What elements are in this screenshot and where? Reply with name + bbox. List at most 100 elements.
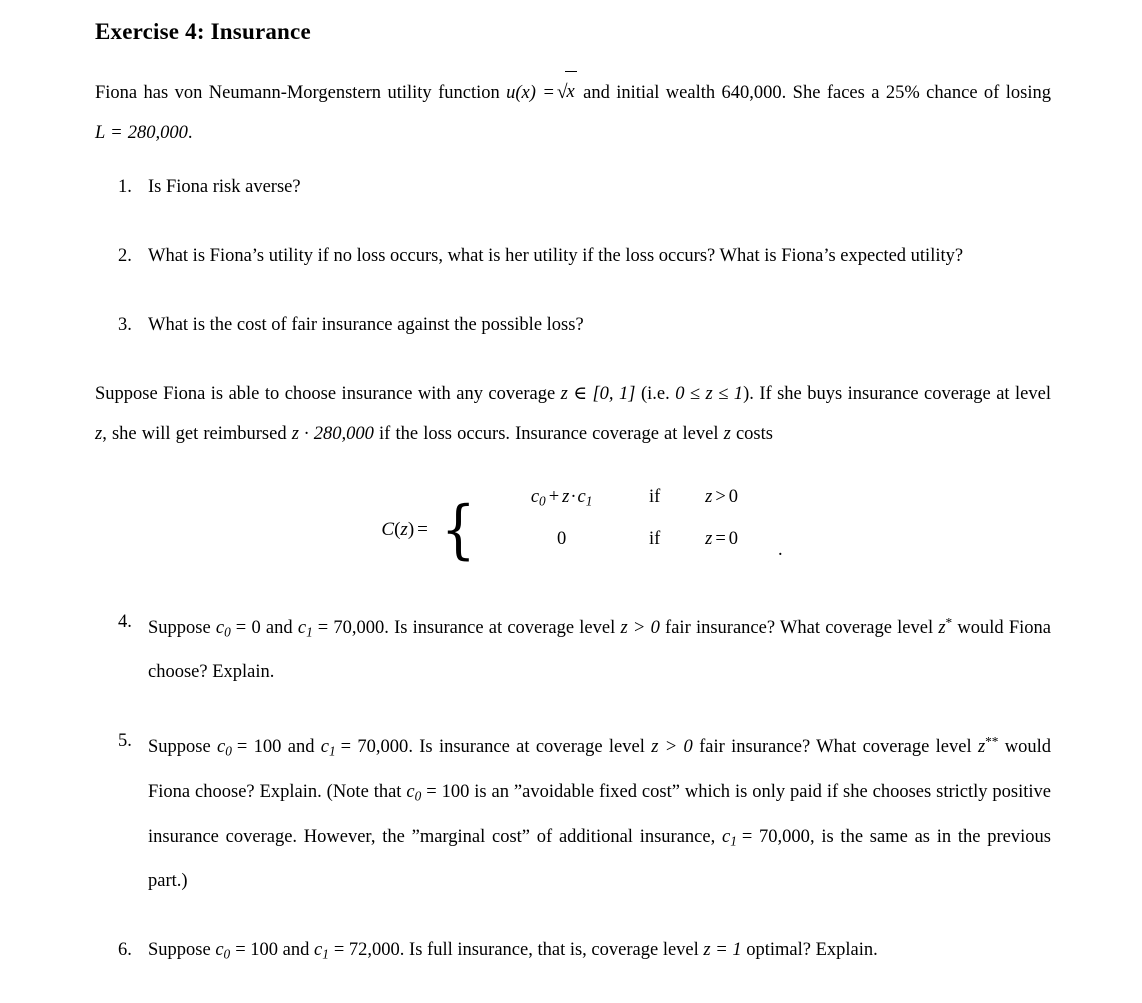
coverage-segment-4: , she will get reimbursed xyxy=(102,423,292,444)
c1-symbol: c xyxy=(577,486,586,507)
z-symbol: z xyxy=(938,617,946,638)
list-item-number: 5. xyxy=(118,731,132,752)
document-page: Exercise 4: Insurance Fiona has von Neum… xyxy=(0,0,1142,962)
page-title: Exercise 4: Insurance xyxy=(95,19,311,44)
intro-segment-1: Fiona has von Neumann-Morgenstern utilit… xyxy=(95,82,507,103)
equation-left-side: C(z) = xyxy=(381,520,437,539)
coverage-segment-3: ). If she buys insurance coverage at lev… xyxy=(743,383,1051,404)
question-list-first: 1. Is Fiona risk averse? 2. What is Fion… xyxy=(95,167,1051,346)
coverage-segment-1: Suppose Fiona is able to choose insuranc… xyxy=(95,383,561,404)
cost-function-arg: z xyxy=(400,519,408,541)
c1-symbol: c xyxy=(721,826,731,847)
q5-zstarstar-math: z** xyxy=(978,734,999,757)
condition-value: 0 xyxy=(728,486,739,507)
c1-value: = 70,000 xyxy=(340,737,409,758)
q4-segment-2: and xyxy=(260,617,298,638)
coverage-segment-6: costs xyxy=(730,423,773,444)
c1-symbol: c xyxy=(313,940,323,961)
list-item: 3. What is the cost of fair insurance ag… xyxy=(95,305,1051,346)
q6-c0-math: c0 = 100 xyxy=(215,940,278,962)
list-item: 6. Suppose c0 = 100 and c1 = 72,000. Is fu… xyxy=(95,930,1051,975)
q6-segment-3: . Is full insurance, that is, coverage l… xyxy=(399,940,704,961)
q6-segment-1: Suppose xyxy=(148,940,216,961)
c1-subscript: 1 xyxy=(730,833,737,849)
list-item-number: 1. xyxy=(118,176,132,197)
list-item-number: 4. xyxy=(118,611,132,632)
c0-symbol: c xyxy=(406,782,415,802)
condition-relation: = xyxy=(715,528,726,549)
c0-symbol: c xyxy=(530,486,540,507)
case-condition: z = 0 xyxy=(679,528,765,549)
case-if-label: if xyxy=(648,528,661,549)
q4-segment-4: fair insurance? What coverage level xyxy=(659,617,939,638)
q5-c1-math: c1 = 70,000 xyxy=(320,737,409,759)
c1-value: = 70,000 xyxy=(741,826,810,847)
q5-c0-math: c0 = 100 xyxy=(217,737,282,759)
c1-symbol: c xyxy=(297,617,307,638)
c0-value: = 100 xyxy=(236,737,282,758)
utility-function-math: u(x) = √x xyxy=(506,71,577,103)
q5-segment-1: Suppose xyxy=(148,737,218,758)
q5-c0b-math: c0 = 100 xyxy=(406,782,470,804)
coverage-segment-5: if the loss occurs. Insurance coverage a… xyxy=(373,423,724,444)
q4-segment-1: Suppose xyxy=(148,617,216,638)
c0-subscript: 0 xyxy=(539,493,546,509)
equation-cases: c0 + z·c1 if z >0 0 if z = 0 xyxy=(479,486,765,572)
c1-value: = 72,000 xyxy=(333,940,400,961)
case-if-label: if xyxy=(648,486,661,507)
q5-segment-3: . Is insurance at coverage level xyxy=(408,737,652,758)
loss-math: L = 280,000 xyxy=(95,122,188,143)
c0-subscript: 0 xyxy=(224,624,231,640)
document-body: Exercise 4: Insurance Fiona has von Neum… xyxy=(95,18,1051,1003)
c1-value: = 70,000 xyxy=(317,617,385,638)
condition-relation: > xyxy=(715,486,726,507)
c1-subscript: 1 xyxy=(329,744,336,759)
q5-z-condition: z > 0 xyxy=(651,737,693,758)
case-condition: z >0 xyxy=(679,486,765,507)
cost-function-name: C xyxy=(381,519,395,541)
coverage-paragraph: Suppose Fiona is able to choose insuranc… xyxy=(95,374,1051,454)
plus-sign: + xyxy=(548,486,560,507)
equals-sign: = xyxy=(417,519,428,541)
c0-subscript: 0 xyxy=(225,744,232,759)
list-item: 2. What is Fiona’s utility if no loss oc… xyxy=(95,236,1051,277)
case-row-positive: c0 + z·c1 if z >0 xyxy=(493,486,765,530)
q5-segment-4: fair insurance? What coverage level xyxy=(692,737,978,758)
q4-c0-math: c0 = 0 xyxy=(215,617,261,640)
c1-symbol: c xyxy=(320,737,330,758)
cost-function-equation: C(z) = { c0 + z·c1 if z >0 0 if z = 0 . xyxy=(95,486,1051,572)
case-value-expression: 0 xyxy=(493,529,631,549)
equation-trailing-period: . xyxy=(777,540,783,561)
coverage-interval-math: z ∈ [0, 1] xyxy=(560,383,636,404)
q5-c1b-math: c1 = 70,000 xyxy=(721,826,810,849)
q4-segment-3: . Is insurance at coverage level xyxy=(384,617,621,638)
coverage-z-math-b: z xyxy=(723,423,731,444)
q4-z-condition: z > 0 xyxy=(620,617,660,638)
coverage-segment-2: (i.e. xyxy=(635,383,676,404)
left-curly-brace: { xyxy=(440,493,476,568)
list-item-text: Is Fiona risk averse? xyxy=(148,176,301,197)
list-item-text: Suppose c0 = 0 and c1 = 70,000. Is insuran… xyxy=(148,602,1051,694)
c1-subscript: 1 xyxy=(585,493,593,509)
q6-segment-4: optimal? Explain. xyxy=(741,940,878,961)
case-row-zero: 0 if z = 0 xyxy=(493,528,765,572)
c1-subscript: 1 xyxy=(306,624,313,640)
q5-segment-2: and xyxy=(281,737,321,758)
q4-c1-math: c1 = 70,000 xyxy=(297,617,385,640)
list-item: 1. Is Fiona risk averse? xyxy=(95,167,1051,208)
intro-paragraph: Fiona has von Neumann-Morgenstern utilit… xyxy=(95,71,1051,153)
c0-value: = 0 xyxy=(235,617,261,638)
c0-value: = 100 xyxy=(426,782,470,802)
list-item: 4. Suppose c0 = 0 and c1 = 70,000. Is insu… xyxy=(95,602,1051,694)
radicand: x xyxy=(565,71,577,112)
list-item-text: Suppose c0 = 100 and c1 = 70,000. Is insur… xyxy=(148,721,1051,902)
c0-symbol: c xyxy=(215,617,225,638)
multiplication-dot: · xyxy=(570,486,577,507)
z-double-star-superscript: ** xyxy=(985,734,999,750)
q4-zstar-math: z* xyxy=(938,615,952,638)
equation-inner: C(z) = { c0 + z·c1 if z >0 0 if z = 0 xyxy=(381,486,765,572)
list-item-number: 3. xyxy=(118,314,132,335)
condition-value: 0 xyxy=(728,528,739,549)
c0-symbol: c xyxy=(215,940,224,961)
c1-subscript: 1 xyxy=(322,947,329,963)
